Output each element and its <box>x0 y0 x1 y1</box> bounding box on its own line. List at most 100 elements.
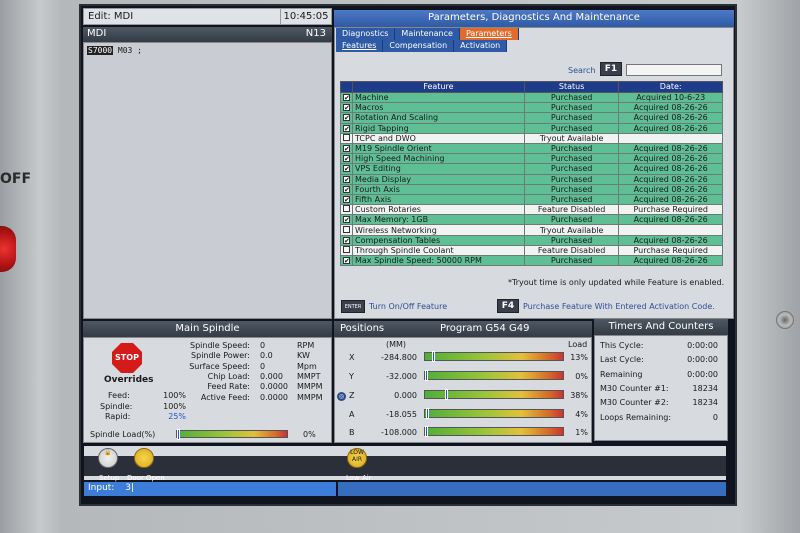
feature-checkbox[interactable]: ✔ <box>340 173 353 185</box>
feature-checkbox[interactable]: ✔ <box>340 214 353 226</box>
spindle-row-unit: MMPT <box>297 371 321 381</box>
checkbox-icon[interactable] <box>343 205 350 213</box>
feature-row[interactable]: ✔ Fourth Axis Purchased Acquired 08-26-26 <box>340 183 723 195</box>
feature-row[interactable]: ✔ Rigid Tapping Purchased Acquired 08-26-26 <box>340 122 723 134</box>
checkbox-icon[interactable] <box>343 245 350 253</box>
axis-label: A <box>349 410 355 419</box>
feature-status: Purchased <box>523 153 620 165</box>
feature-checkbox[interactable]: ✔ <box>340 234 353 246</box>
f4-key[interactable]: F4 <box>497 299 519 313</box>
feature-status: Purchased <box>523 163 620 175</box>
feature-row[interactable]: ✔ Max Spindle Speed: 50000 RPM Purchased Ac… <box>340 254 723 267</box>
feature-row[interactable]: ✔ Rotation And Scaling Purchased Acquired 0… <box>340 112 723 124</box>
input-value: 3| <box>125 483 134 493</box>
feature-checkbox[interactable]: ✔ <box>340 102 353 114</box>
feature-checkbox[interactable] <box>340 204 353 216</box>
tab-diagnostics[interactable]: Diagnostics <box>336 28 396 40</box>
feature-checkbox[interactable]: ✔ <box>340 183 353 195</box>
low-air-icon[interactable]: LOW AIR <box>347 448 367 468</box>
enter-key[interactable]: ENTER <box>341 300 365 313</box>
feature-checkbox[interactable] <box>340 132 353 144</box>
timer-label: Remaining <box>600 369 643 379</box>
tab-maintenance[interactable]: Maintenance <box>395 28 460 40</box>
feature-row[interactable]: ✔ Compensation Tables Purchased Acquired 08… <box>340 234 723 246</box>
axis-load-bar <box>424 408 564 419</box>
feature-row[interactable]: ✔ Fifth Axis Purchased Acquired 08-26-26 <box>340 193 723 206</box>
feature-date: Acquired 10-6-23 <box>618 91 723 104</box>
feature-checkbox[interactable]: ✔ <box>340 91 353 104</box>
mdi-editor[interactable]: S7000 M03 ; <box>83 42 332 319</box>
feature-name: VPS Editing <box>352 163 525 175</box>
timer-value: 18234 <box>692 398 718 408</box>
feature-checkbox[interactable]: ✔ <box>340 142 353 155</box>
feature-status: Purchased <box>523 214 620 226</box>
tab-features[interactable]: Features <box>336 40 384 52</box>
spindle-load-value: 0% <box>303 430 316 439</box>
emergency-button[interactable] <box>0 226 16 272</box>
checkbox-icon[interactable]: ✔ <box>343 195 350 203</box>
feature-row[interactable]: Wireless Networking Tryout Available <box>340 224 723 236</box>
feature-row[interactable]: ✔ Media Display Purchased Acquired 08-26-26 <box>340 173 723 185</box>
spindle-row-value: 0.000 <box>260 371 283 381</box>
spindle-row-unit: MMPM <box>297 392 323 402</box>
axis-position: -108.000 <box>381 428 417 437</box>
door-open-icon[interactable] <box>134 448 154 468</box>
tab-activation[interactable]: Activation <box>454 40 508 52</box>
positions-title: Positions <box>340 323 385 334</box>
checkbox-icon[interactable]: ✔ <box>343 165 350 173</box>
label: Spindle Power: <box>191 351 250 361</box>
feature-date: Acquired 08-26-26 <box>618 163 723 175</box>
tab-compensation[interactable]: Compensation <box>383 40 455 52</box>
feature-status: Feature Disabled <box>523 204 620 216</box>
f1-key[interactable]: F1 <box>600 62 622 76</box>
feature-row[interactable]: Custom Rotaries Feature Disabled Purchase … <box>340 204 723 216</box>
feature-row[interactable]: ✔ High Speed Machining Purchased Acquired 0… <box>340 153 723 165</box>
feature-checkbox[interactable]: ✔ <box>340 153 353 165</box>
feature-date: Purchase Required <box>618 204 723 216</box>
feature-date: Acquired 08-26-26 <box>618 153 723 165</box>
feature-checkbox[interactable]: ✔ <box>340 193 353 206</box>
feature-name: Through Spindle Coolant <box>352 244 525 257</box>
checkbox-icon[interactable]: ✔ <box>343 94 350 102</box>
feature-row[interactable]: ✔ Max Memory: 1GB Purchased Acquired 08-26-… <box>340 214 723 226</box>
bezel-screw <box>776 311 794 329</box>
feature-checkbox[interactable]: ✔ <box>340 163 353 175</box>
lock-icon[interactable]: 🔒 <box>98 448 118 468</box>
feature-checkbox[interactable]: ✔ <box>340 254 353 267</box>
cursor-highlight: S7000 <box>87 46 114 55</box>
tab-parameters[interactable]: Parameters <box>459 28 519 40</box>
feature-row[interactable]: ✔ Macros Purchased Acquired 08-26-26 <box>340 102 723 114</box>
checkbox-icon[interactable]: ✔ <box>343 104 350 112</box>
feature-date: Acquired 08-26-26 <box>618 254 723 267</box>
feature-checkbox[interactable]: ✔ <box>340 112 353 124</box>
feature-row[interactable]: TCPC and DWO Tryout Available <box>340 132 723 144</box>
feature-row[interactable]: ✔ VPS Editing Purchased Acquired 08-26-26 <box>340 163 723 175</box>
checkbox-icon[interactable]: ✔ <box>343 155 350 163</box>
checkbox-icon[interactable]: ✔ <box>343 114 350 122</box>
checkbox-icon[interactable]: ✔ <box>343 257 350 265</box>
checkbox-icon[interactable]: ✔ <box>343 145 350 153</box>
checkbox-icon[interactable]: ✔ <box>343 185 350 193</box>
mdi-title: MDI <box>87 28 107 39</box>
program-line[interactable]: S7000 M03 ; <box>87 46 142 55</box>
checkbox-icon[interactable]: ✔ <box>343 175 350 183</box>
feature-checkbox[interactable]: ✔ <box>340 122 353 134</box>
checkbox-icon[interactable]: ✔ <box>343 216 350 224</box>
input-field[interactable]: Input: 3| <box>84 482 336 496</box>
door-open-label: Door Open <box>127 474 165 482</box>
feature-checkbox[interactable] <box>340 244 353 257</box>
col-feature: Feature <box>352 81 525 93</box>
spindle-load-marker <box>177 429 180 440</box>
feature-row[interactable]: ✔ Machine Purchased Acquired 10-6-23 <box>340 91 723 104</box>
feature-checkbox[interactable] <box>340 224 353 236</box>
feature-row[interactable]: ✔ M19 Spindle Orient Purchased Acquired 08-… <box>340 142 723 155</box>
checkbox-icon[interactable] <box>343 225 350 233</box>
spindle-row-unit: RPM <box>297 341 315 350</box>
checkbox-icon[interactable]: ✔ <box>343 124 350 132</box>
search-input[interactable] <box>626 64 722 76</box>
feature-date: Acquired 08-26-26 <box>618 193 723 206</box>
checkbox-icon[interactable] <box>343 133 350 141</box>
feature-row[interactable]: Through Spindle Coolant Feature Disabled P… <box>340 244 723 257</box>
program-text: M03 ; <box>113 46 142 55</box>
checkbox-icon[interactable]: ✔ <box>343 236 350 244</box>
